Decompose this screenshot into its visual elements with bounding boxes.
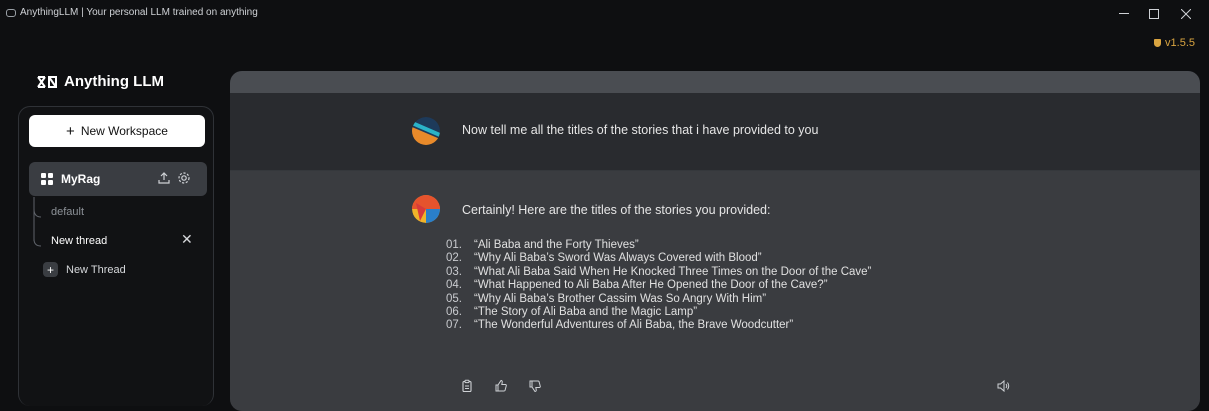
upload-icon[interactable] — [157, 171, 171, 185]
user-message: Now tell me all the titles of the storie… — [230, 93, 1200, 171]
chat-panel: Now tell me all the titles of the storie… — [230, 71, 1200, 411]
app-icon — [6, 9, 16, 17]
user-message-text: Now tell me all the titles of the storie… — [462, 123, 819, 137]
assistant-avatar — [412, 195, 440, 223]
new-workspace-label: New Workspace — [80, 124, 168, 138]
workspace-name: MyRag — [61, 172, 101, 186]
close-icon — [1181, 9, 1191, 19]
new-workspace-button[interactable]: + New Workspace — [29, 115, 205, 147]
message-actions — [460, 379, 542, 393]
thread-item-default[interactable]: default — [51, 206, 84, 218]
brand-logo: Anything LLM — [36, 73, 164, 90]
new-thread-button[interactable]: + New Thread — [43, 262, 126, 277]
user-avatar — [412, 117, 440, 145]
assistant-message: Certainly! Here are the titles of the st… — [230, 171, 1200, 411]
plus-icon: + — [66, 122, 75, 140]
copy-clipboard-icon[interactable] — [460, 379, 474, 393]
window-titlebar: AnythingLLM | Your personal LLM trained … — [0, 0, 1209, 30]
list-item: 06. “The Story of Ali Baba and the Magic … — [446, 306, 698, 319]
maximize-button[interactable] — [1142, 4, 1166, 24]
workspace-grid-icon — [41, 173, 53, 185]
version-badge[interactable]: v1.5.5 — [1154, 37, 1195, 49]
version-label: v1.5.5 — [1165, 37, 1195, 49]
window-title: AnythingLLM | Your personal LLM trained … — [20, 7, 258, 18]
close-button[interactable] — [1174, 4, 1198, 24]
minimize-button[interactable] — [1112, 4, 1136, 24]
workspace-item-myrag[interactable]: MyRag — [29, 162, 207, 196]
thread-branch-icon — [33, 209, 42, 247]
assistant-intro-text: Certainly! Here are the titles of the st… — [462, 203, 771, 217]
list-item: 02. “Why Ali Baba’s Sword Was Always Cove… — [446, 252, 762, 265]
story-list: 01. “Ali Baba and the Forty Thieves” 02. “… — [446, 239, 871, 333]
list-item: 07. “The Wonderful Adventures of Ali Baba… — [446, 319, 794, 332]
list-item: 01. “Ali Baba and the Forty Thieves” — [446, 239, 639, 251]
thumbs-up-icon[interactable] — [494, 379, 508, 393]
list-item: 04. “What Happened to Ali Baba After He O… — [446, 279, 828, 292]
plus-icon: + — [43, 262, 58, 277]
minimize-icon — [1119, 13, 1129, 14]
shield-icon — [1154, 39, 1162, 47]
list-item: 03. “What Ali Baba Said When He Knocked T… — [446, 265, 872, 278]
chat-header-bar — [230, 71, 1200, 93]
thread-item-new-thread[interactable]: New thread — [51, 235, 107, 247]
brand-name: Anything LLM — [64, 73, 164, 90]
speaker-icon[interactable] — [996, 379, 1010, 393]
sidebar: + New Workspace MyRag default New thread… — [18, 106, 214, 406]
infinity-logo-icon — [36, 75, 58, 89]
new-thread-label: New Thread — [66, 263, 126, 276]
gear-icon[interactable] — [177, 171, 191, 185]
maximize-icon — [1149, 9, 1159, 19]
list-item: 05. “Why Ali Baba’s Brother Cassim Was So… — [446, 292, 767, 305]
close-thread-icon[interactable]: ✕ — [181, 231, 193, 248]
thumbs-down-icon[interactable] — [528, 379, 542, 393]
